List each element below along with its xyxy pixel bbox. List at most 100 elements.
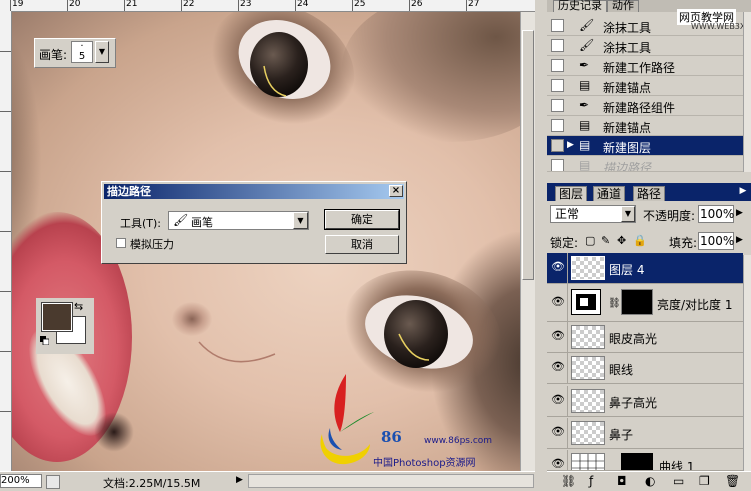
history-item[interactable]: ✒ 新建路径组件 (547, 96, 743, 116)
panel-menu-icon[interactable]: ▶ (737, 186, 749, 198)
tab-channels[interactable]: 通道 (593, 186, 626, 201)
tab-actions[interactable]: 动作 (607, 0, 639, 12)
history-item-label: 新建路径组件 (603, 101, 676, 115)
layer-row[interactable]: 👁 眼皮高光 (547, 322, 743, 353)
layer-thumbnail (571, 389, 605, 413)
chevron-down-icon[interactable]: ▼ (621, 206, 635, 222)
link-layers-icon[interactable]: ⛓ (561, 474, 576, 488)
trash-icon[interactable]: 🗑 (725, 474, 740, 488)
snapshot-checkbox[interactable] (551, 39, 564, 52)
ruler-tick: 21 (124, 0, 138, 11)
opacity-input[interactable]: 100% (698, 205, 734, 223)
snapshot-checkbox[interactable] (551, 59, 564, 72)
layer-row[interactable]: 👁 鼻子高光 (547, 386, 743, 417)
swap-colors-icon[interactable]: ⇆ (74, 300, 83, 313)
brush-preview[interactable]: · 5 (71, 41, 93, 63)
curves-grid-icon (572, 454, 604, 470)
snapshot-checkbox[interactable] (551, 19, 564, 32)
lock-all-icon[interactable]: 🔒 (633, 234, 647, 247)
tool-select[interactable]: 🖌 画笔 ▼ (168, 211, 309, 230)
snapshot-checkbox[interactable] (551, 119, 564, 132)
tab-paths[interactable]: 路径 (633, 186, 666, 201)
layer-mask-thumbnail (621, 289, 653, 315)
snapshot-checkbox[interactable] (551, 99, 564, 112)
new-layer-icon[interactable]: ❐ (699, 474, 710, 488)
tab-layers[interactable]: 图层 (555, 186, 588, 201)
history-item[interactable]: ✒ 新建工作路径 (547, 56, 743, 76)
brush-dropdown-button[interactable]: ▼ (95, 41, 109, 63)
layer-style-icon[interactable]: ƒ (589, 474, 593, 488)
doc-icon: ▤ (579, 78, 591, 92)
fill-label: 填充: (669, 236, 698, 250)
history-item-label: 描边路径 (603, 161, 652, 172)
canvas-horizontal-scrollbar[interactable] (248, 474, 534, 488)
history-item[interactable]: 🖌 涂抹工具 (547, 16, 743, 36)
document-size: 文档:2.25M/15.5M (103, 477, 201, 490)
history-state-marker-icon: ▶ (567, 140, 574, 150)
blend-mode-select[interactable]: 正常 ▼ (550, 205, 636, 223)
eye-icon[interactable]: 👁 (551, 361, 565, 372)
history-panel: 历史记录 动作 网页教学网 WWW.WEB3X.COM 🖌 涂抹工具 🖌 涂抹工… (547, 0, 751, 172)
cancel-button[interactable]: 取消 (325, 235, 399, 254)
layer-row[interactable]: 👁 ⛓ 亮度/对比度 1 (547, 284, 743, 322)
snapshot-checkbox[interactable] (551, 159, 564, 171)
ruler-tick: 20 (67, 0, 81, 11)
watermark-site-name: 中国Photoshop资源网 (373, 458, 476, 469)
brush-icon: 🖌 (173, 213, 189, 227)
lock-move-icon[interactable]: ✥ (617, 234, 626, 247)
history-item-label: 涂抹工具 (603, 41, 652, 55)
add-mask-icon[interactable]: ◘ (617, 474, 627, 488)
fill-slider-arrow-icon[interactable]: ▶ (736, 235, 743, 245)
new-group-icon[interactable]: ▭ (673, 474, 684, 488)
simulate-pressure-label[interactable]: 模拟压力 (130, 236, 174, 252)
layer-row[interactable]: 👁 眼线 (547, 353, 743, 384)
layers-scrollbar[interactable] (743, 255, 751, 475)
layer-name: 鼻子高光 (609, 396, 658, 410)
layers-tabs: 图层 通道 路径 ▶ (547, 183, 751, 201)
zoom-level[interactable]: 200% (0, 474, 42, 488)
snapshot-checkbox[interactable] (551, 79, 564, 92)
watermark-url: www.86ps.com (424, 436, 493, 446)
opacity-slider-arrow-icon[interactable]: ▶ (736, 208, 743, 218)
eye-icon[interactable]: 👁 (551, 296, 565, 307)
history-item[interactable]: ▤ 新建锚点 (547, 76, 743, 96)
ok-button[interactable]: 确定 (324, 209, 400, 230)
status-icon[interactable] (46, 475, 60, 489)
foreground-color-swatch[interactable] (41, 302, 73, 332)
history-item-selected[interactable]: ▶ ▤ 新建图层 (547, 136, 743, 156)
tab-history[interactable]: 历史记录 (553, 0, 607, 12)
tool-label: 工具(T): (120, 217, 162, 230)
close-button[interactable]: × (389, 185, 403, 197)
eye-icon[interactable]: 👁 (551, 458, 565, 469)
link-icon[interactable]: ⛓ (608, 298, 621, 309)
eye-icon[interactable]: 👁 (551, 261, 565, 272)
adjustment-thumbnail (571, 289, 601, 315)
history-item[interactable]: ▤ 新建锚点 (547, 116, 743, 136)
layer-row-selected[interactable]: 👁 图层 4 (547, 253, 743, 284)
default-colors-icon[interactable] (40, 336, 49, 345)
history-item-label: 新建锚点 (603, 121, 652, 135)
adjustment-layer-icon[interactable]: ◐ (645, 474, 655, 488)
eye-icon[interactable]: 👁 (551, 330, 565, 341)
history-item-undone[interactable]: ▤ 描边路径 (547, 156, 743, 172)
scroll-thumb[interactable] (522, 30, 534, 280)
lock-transparency-icon[interactable]: ▢ (585, 234, 595, 247)
layer-name: 眼皮高光 (609, 332, 658, 346)
ruler-tick: 27 (466, 0, 480, 11)
simulate-pressure-checkbox[interactable] (116, 238, 126, 248)
lock-label: 锁定: (550, 236, 579, 250)
chevron-down-icon[interactable]: ▼ (293, 212, 308, 229)
doc-icon: ▤ (579, 158, 591, 172)
status-menu-arrow-icon[interactable]: ▶ (236, 475, 243, 485)
eye-icon[interactable]: 👁 (551, 394, 565, 405)
canvas-vertical-scrollbar[interactable] (520, 12, 535, 471)
eye-icon[interactable]: 👁 (551, 426, 565, 437)
layer-row[interactable]: 👁 鼻子 (547, 418, 743, 449)
history-scrollbar[interactable] (743, 12, 751, 172)
lock-paint-icon[interactable]: ✎ (601, 234, 610, 247)
fill-input[interactable]: 100% (698, 232, 734, 250)
dialog-title-bar[interactable]: 描边路径 × (104, 184, 404, 199)
history-item[interactable]: 🖌 涂抹工具 (547, 36, 743, 56)
snapshot-checkbox[interactable] (551, 139, 564, 152)
layer-row[interactable]: 👁 曲线 1 (547, 450, 743, 471)
